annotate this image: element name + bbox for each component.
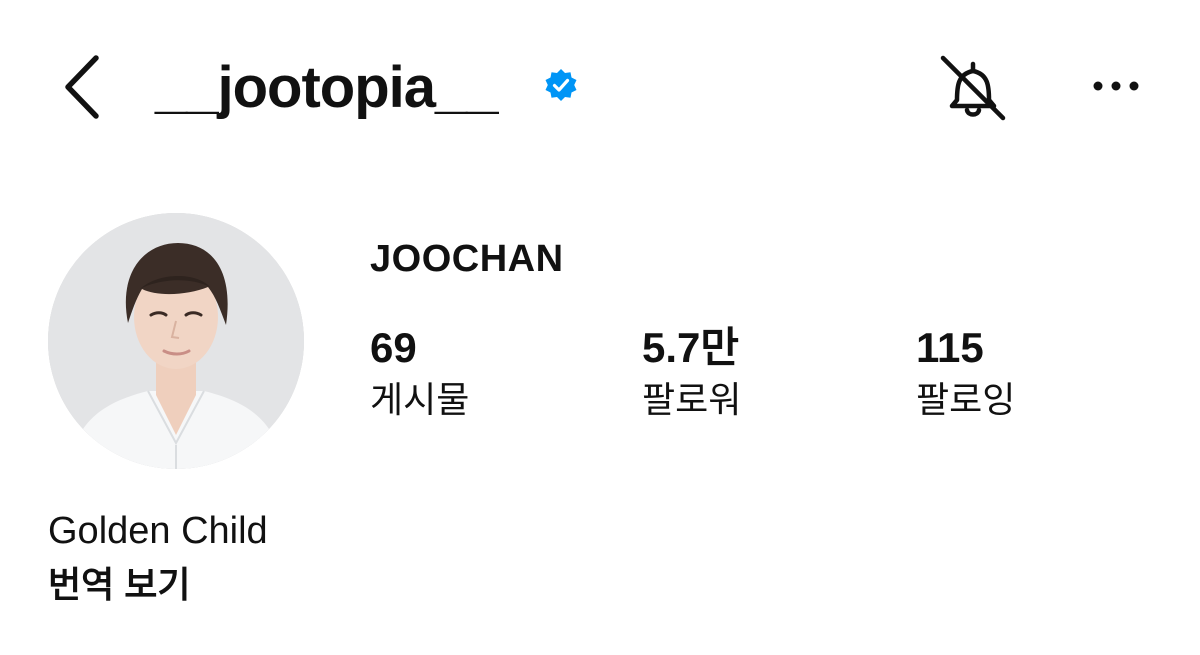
- notifications-button[interactable]: [935, 50, 1011, 126]
- bell-off-icon: [940, 55, 1006, 121]
- chevron-left-icon: [65, 55, 99, 119]
- following-count: 115: [916, 324, 984, 371]
- display-name: JOOCHAN: [370, 238, 564, 280]
- following-stat[interactable]: 115 팔로잉: [916, 322, 1015, 432]
- following-label: 팔로잉: [916, 379, 1016, 420]
- followers-count: 5.7만: [642, 324, 740, 371]
- avatar-photo: [48, 213, 304, 469]
- translate-link[interactable]: 번역 보기: [48, 562, 190, 608]
- profile-header: __jootopia__: [0, 0, 1200, 180]
- more-horizontal-icon: [1093, 81, 1139, 91]
- username: __jootopia__: [155, 55, 499, 120]
- verified-badge-icon: [545, 69, 577, 101]
- profile-avatar[interactable]: [48, 213, 304, 469]
- back-button[interactable]: [58, 52, 108, 122]
- bio-text: Golden Child: [48, 510, 268, 552]
- posts-label: 게시물: [370, 379, 470, 420]
- followers-label: 팔로워: [642, 379, 742, 420]
- followers-stat[interactable]: 5.7만 팔로워: [642, 322, 741, 432]
- posts-count: 69: [370, 324, 417, 371]
- more-options-button[interactable]: [1088, 66, 1144, 106]
- posts-stat[interactable]: 69 게시물: [370, 322, 469, 432]
